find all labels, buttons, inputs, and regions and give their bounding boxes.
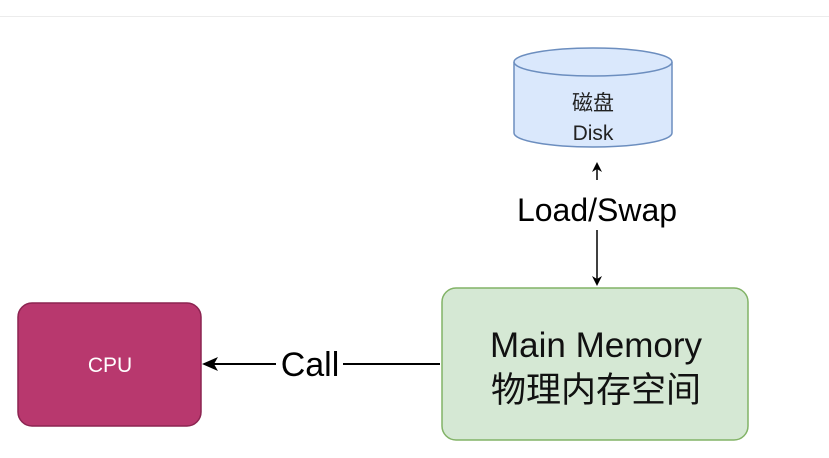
physical-memory-label: 物理内存空间 <box>491 371 701 410</box>
disk-label-en: Disk <box>573 122 614 145</box>
load-swap-connector: Load/Swap <box>517 162 677 286</box>
call-connector: Call <box>202 346 440 384</box>
disk-cylinder: 磁盘 Disk <box>513 47 673 148</box>
cpu-label: CPU <box>88 354 132 377</box>
main-memory-label: Main Memory <box>490 326 702 365</box>
memory-diagram: 磁盘 Disk Load/Swap Main Memory 物理内存空间 Cal… <box>17 47 749 441</box>
load-swap-label: Load/Swap <box>517 192 677 228</box>
disk-label-cn: 磁盘 <box>572 92 614 115</box>
main-memory-box: Main Memory 物理内存空间 <box>441 287 749 441</box>
call-label: Call <box>281 346 340 384</box>
cpu-box: CPU <box>17 302 202 427</box>
